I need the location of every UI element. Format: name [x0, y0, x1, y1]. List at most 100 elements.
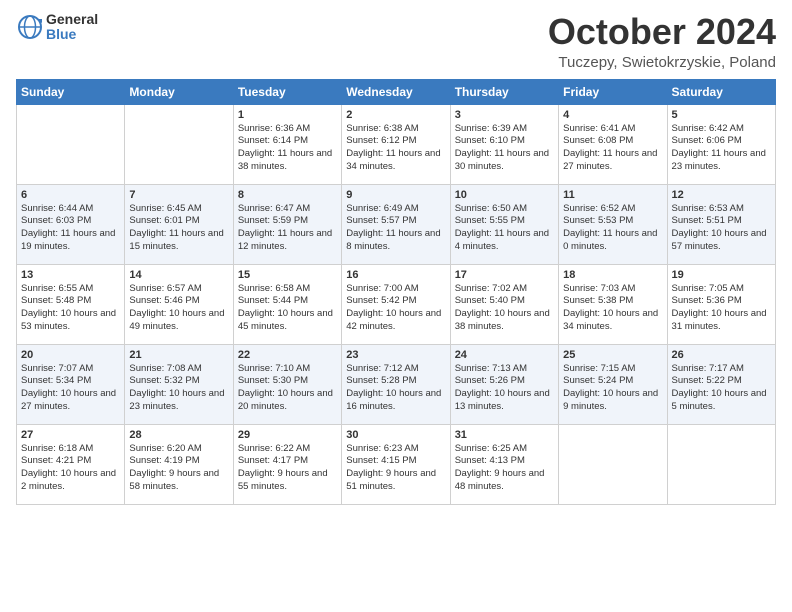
day-number: 11	[563, 189, 662, 201]
table-row: 20 Sunrise: 7:07 AM Sunset: 5:34 PM Dayli…	[17, 344, 125, 424]
calendar-table: Sunday Monday Tuesday Wednesday Thursday…	[16, 79, 776, 505]
day-info: Sunrise: 7:03 AM Sunset: 5:38 PM Dayligh…	[563, 283, 662, 334]
day-number: 8	[238, 189, 337, 201]
day-info: Sunrise: 6:52 AM Sunset: 5:53 PM Dayligh…	[563, 203, 662, 254]
day-info: Sunrise: 6:49 AM Sunset: 5:57 PM Dayligh…	[346, 203, 445, 254]
table-row: 8 Sunrise: 6:47 AM Sunset: 5:59 PM Daylig…	[233, 184, 341, 264]
table-row	[17, 104, 125, 184]
table-row	[559, 424, 667, 504]
day-info: Sunrise: 7:05 AM Sunset: 5:36 PM Dayligh…	[672, 283, 771, 334]
table-row: 22 Sunrise: 7:10 AM Sunset: 5:30 PM Dayli…	[233, 344, 341, 424]
day-number: 2	[346, 109, 445, 121]
col-tuesday: Tuesday	[233, 79, 341, 104]
calendar-week-row: 6 Sunrise: 6:44 AM Sunset: 6:03 PM Daylig…	[17, 184, 776, 264]
day-number: 14	[129, 269, 228, 281]
day-info: Sunrise: 7:02 AM Sunset: 5:40 PM Dayligh…	[455, 283, 554, 334]
day-number: 26	[672, 349, 771, 361]
day-info: Sunrise: 6:53 AM Sunset: 5:51 PM Dayligh…	[672, 203, 771, 254]
table-row: 25 Sunrise: 7:15 AM Sunset: 5:24 PM Dayli…	[559, 344, 667, 424]
day-info: Sunrise: 7:12 AM Sunset: 5:28 PM Dayligh…	[346, 363, 445, 414]
logo-general: General	[46, 12, 98, 27]
day-info: Sunrise: 7:10 AM Sunset: 5:30 PM Dayligh…	[238, 363, 337, 414]
day-number: 6	[21, 189, 120, 201]
month-title: October 2024	[548, 12, 776, 52]
col-monday: Monday	[125, 79, 233, 104]
day-number: 22	[238, 349, 337, 361]
table-row: 16 Sunrise: 7:00 AM Sunset: 5:42 PM Dayli…	[342, 264, 450, 344]
day-info: Sunrise: 6:50 AM Sunset: 5:55 PM Dayligh…	[455, 203, 554, 254]
table-row: 18 Sunrise: 7:03 AM Sunset: 5:38 PM Dayli…	[559, 264, 667, 344]
day-number: 12	[672, 189, 771, 201]
logo: General Blue	[16, 12, 98, 43]
day-number: 9	[346, 189, 445, 201]
day-number: 10	[455, 189, 554, 201]
day-number: 27	[21, 429, 120, 441]
day-info: Sunrise: 7:07 AM Sunset: 5:34 PM Dayligh…	[21, 363, 120, 414]
day-number: 13	[21, 269, 120, 281]
title-area: October 2024 Tuczepy, Swietokrzyskie, Po…	[548, 12, 776, 71]
day-info: Sunrise: 7:08 AM Sunset: 5:32 PM Dayligh…	[129, 363, 228, 414]
table-row: 24Sunrise: 7:13 AM Sunset: 5:26 PM Dayli…	[450, 344, 558, 424]
day-number: 3	[455, 109, 554, 121]
day-info: Sunrise: 6:38 AM Sunset: 6:12 PM Dayligh…	[346, 123, 445, 174]
table-row: 5Sunrise: 6:42 AM Sunset: 6:06 PM Daylig…	[667, 104, 775, 184]
day-info: Sunrise: 7:17 AM Sunset: 5:22 PM Dayligh…	[672, 363, 771, 414]
table-row: 27Sunrise: 6:18 AM Sunset: 4:21 PM Dayli…	[17, 424, 125, 504]
table-row: 26 Sunrise: 7:17 AM Sunset: 5:22 PM Dayli…	[667, 344, 775, 424]
day-info: Sunrise: 6:58 AM Sunset: 5:44 PM Dayligh…	[238, 283, 337, 334]
day-info: Sunrise: 7:13 AM Sunset: 5:26 PM Dayligh…	[455, 363, 554, 414]
day-info: Sunrise: 6:36 AM Sunset: 6:14 PM Dayligh…	[238, 123, 337, 174]
header: General Blue October 2024 Tuczepy, Swiet…	[16, 12, 776, 71]
day-number: 15	[238, 269, 337, 281]
table-row: 12 Sunrise: 6:53 AM Sunset: 5:51 PM Dayli…	[667, 184, 775, 264]
table-row: 23 Sunrise: 7:12 AM Sunset: 5:28 PM Dayli…	[342, 344, 450, 424]
table-row: 31Sunrise: 6:25 AM Sunset: 4:13 PM Dayli…	[450, 424, 558, 504]
table-row: 17Sunrise: 7:02 AM Sunset: 5:40 PM Dayli…	[450, 264, 558, 344]
day-number: 25	[563, 349, 662, 361]
table-row: 7 Sunrise: 6:45 AM Sunset: 6:01 PM Daylig…	[125, 184, 233, 264]
table-row: 6 Sunrise: 6:44 AM Sunset: 6:03 PM Daylig…	[17, 184, 125, 264]
day-info: Sunrise: 6:20 AM Sunset: 4:19 PM Dayligh…	[129, 443, 228, 494]
day-info: Sunrise: 6:47 AM Sunset: 5:59 PM Dayligh…	[238, 203, 337, 254]
day-number: 18	[563, 269, 662, 281]
day-number: 20	[21, 349, 120, 361]
table-row: 21 Sunrise: 7:08 AM Sunset: 5:32 PM Dayli…	[125, 344, 233, 424]
day-info: Sunrise: 6:39 AM Sunset: 6:10 PM Dayligh…	[455, 123, 554, 174]
day-number: 30	[346, 429, 445, 441]
table-row: 1 Sunrise: 6:36 AM Sunset: 6:14 PM Daylig…	[233, 104, 341, 184]
table-row: 2 Sunrise: 6:38 AM Sunset: 6:12 PM Daylig…	[342, 104, 450, 184]
table-row: 28 Sunrise: 6:20 AM Sunset: 4:19 PM Dayli…	[125, 424, 233, 504]
day-info: Sunrise: 6:57 AM Sunset: 5:46 PM Dayligh…	[129, 283, 228, 334]
day-number: 21	[129, 349, 228, 361]
location-title: Tuczepy, Swietokrzyskie, Poland	[548, 54, 776, 71]
day-number: 1	[238, 109, 337, 121]
day-info: Sunrise: 6:41 AM Sunset: 6:08 PM Dayligh…	[563, 123, 662, 174]
logo-icon	[16, 13, 44, 41]
day-number: 16	[346, 269, 445, 281]
table-row: 10 Sunrise: 6:50 AM Sunset: 5:55 PM Dayli…	[450, 184, 558, 264]
logo-blue: Blue	[46, 27, 98, 42]
day-info: Sunrise: 7:00 AM Sunset: 5:42 PM Dayligh…	[346, 283, 445, 334]
table-row: 29 Sunrise: 6:22 AM Sunset: 4:17 PM Dayli…	[233, 424, 341, 504]
day-number: 29	[238, 429, 337, 441]
day-info: Sunrise: 6:22 AM Sunset: 4:17 PM Dayligh…	[238, 443, 337, 494]
day-info: Sunrise: 6:55 AM Sunset: 5:48 PM Dayligh…	[21, 283, 120, 334]
table-row: 9 Sunrise: 6:49 AM Sunset: 5:57 PM Daylig…	[342, 184, 450, 264]
col-saturday: Saturday	[667, 79, 775, 104]
day-info: Sunrise: 6:44 AM Sunset: 6:03 PM Dayligh…	[21, 203, 120, 254]
table-row: 3 Sunrise: 6:39 AM Sunset: 6:10 PM Daylig…	[450, 104, 558, 184]
day-number: 23	[346, 349, 445, 361]
table-row	[667, 424, 775, 504]
table-row: 15 Sunrise: 6:58 AM Sunset: 5:44 PM Dayli…	[233, 264, 341, 344]
col-sunday: Sunday	[17, 79, 125, 104]
day-info: Sunrise: 7:15 AM Sunset: 5:24 PM Dayligh…	[563, 363, 662, 414]
day-info: Sunrise: 6:45 AM Sunset: 6:01 PM Dayligh…	[129, 203, 228, 254]
day-info: Sunrise: 6:23 AM Sunset: 4:15 PM Dayligh…	[346, 443, 445, 494]
table-row	[125, 104, 233, 184]
day-number: 7	[129, 189, 228, 201]
calendar-header-row: Sunday Monday Tuesday Wednesday Thursday…	[17, 79, 776, 104]
day-number: 5	[672, 109, 771, 121]
day-info: Sunrise: 6:25 AM Sunset: 4:13 PM Dayligh…	[455, 443, 554, 494]
day-number: 19	[672, 269, 771, 281]
day-number: 28	[129, 429, 228, 441]
